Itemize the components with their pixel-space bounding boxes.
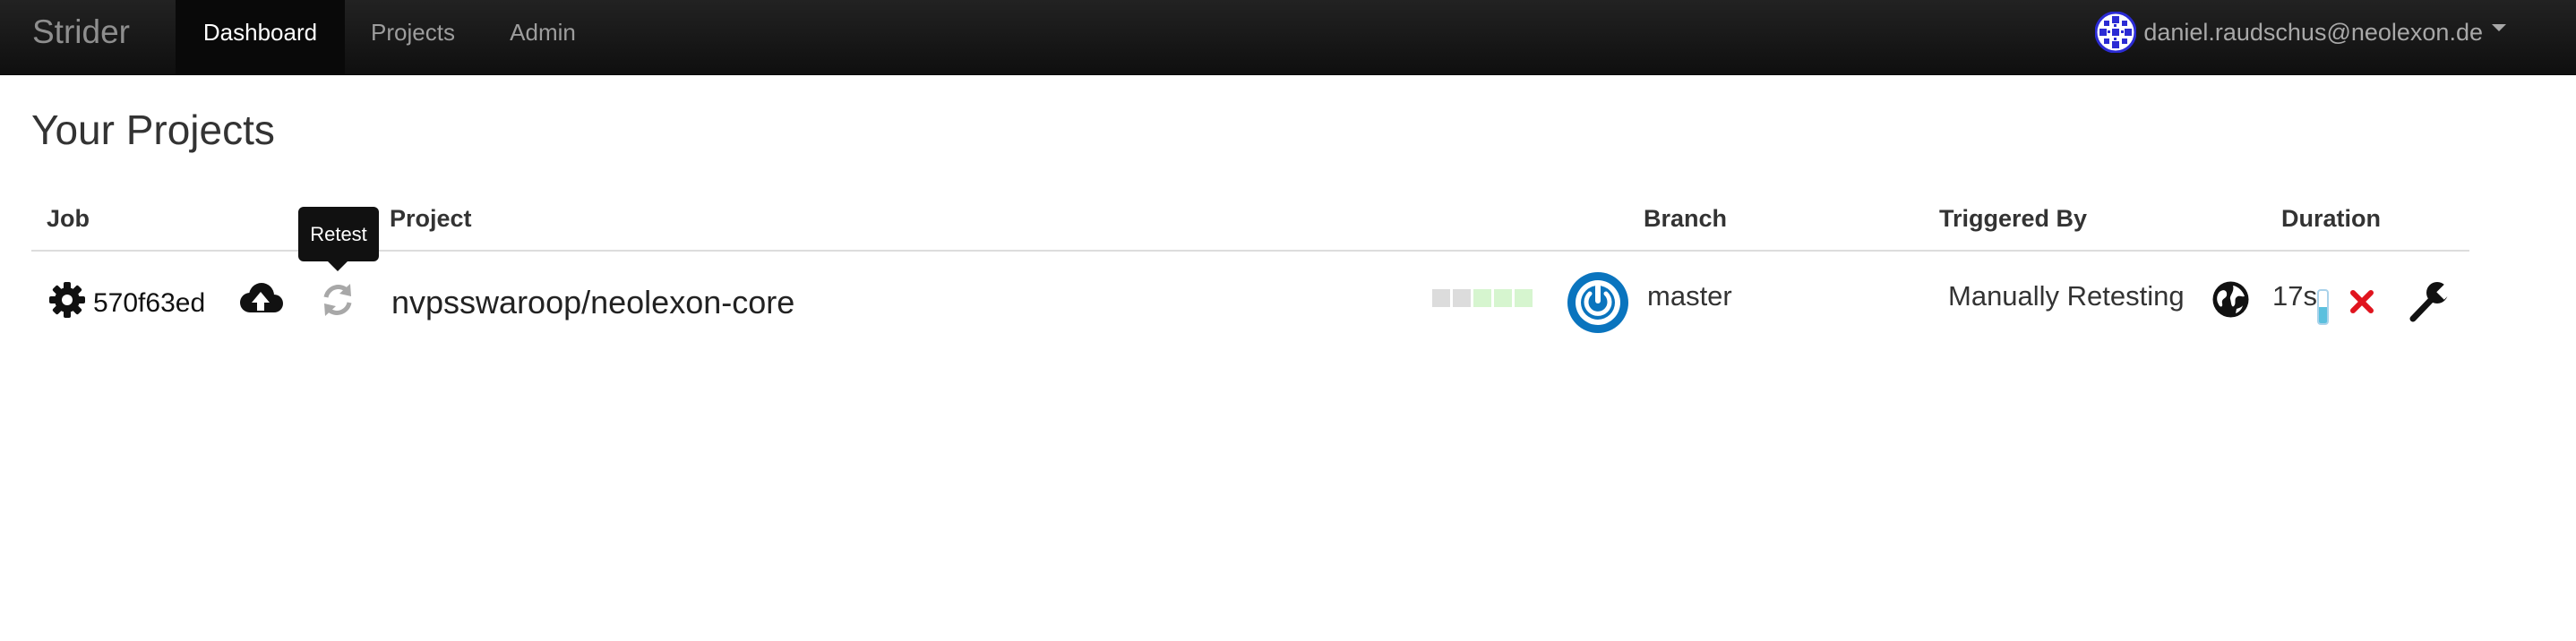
build-history-square[interactable] [1432, 289, 1450, 307]
build-history-square[interactable] [1453, 289, 1471, 307]
brand-logo[interactable]: Strider [32, 0, 130, 64]
triggered-by: Manually Retesting [1948, 280, 2185, 312]
avatar [2095, 12, 2137, 53]
tooltip-arrow [328, 261, 348, 271]
header-divider [31, 250, 2469, 252]
column-header-triggered-by: Triggered By [1939, 205, 2088, 232]
top-navbar: Strider Dashboard Projects Admin daniel.… [0, 0, 2576, 75]
build-history-square[interactable] [1494, 289, 1512, 307]
page-title: Your Projects [31, 107, 275, 153]
job-id[interactable]: 570f63ed [93, 288, 205, 319]
build-history [1432, 289, 1533, 307]
cloud-upload-icon[interactable] [236, 281, 285, 317]
build-history-square[interactable] [1515, 289, 1533, 307]
user-menu[interactable]: daniel.raudschus@neolexon.de [2095, 0, 2506, 64]
nav-admin[interactable]: Admin [481, 0, 605, 74]
gear-icon[interactable] [47, 280, 87, 320]
project-link[interactable]: nvpsswaroop/neolexon-core [391, 284, 794, 321]
build-history-square[interactable] [1473, 289, 1491, 307]
column-header-branch: Branch [1644, 205, 1728, 232]
refresh-icon[interactable] [319, 281, 356, 319]
retest-tooltip: Retest [298, 207, 379, 261]
column-header-project: Project [390, 205, 472, 232]
globe-icon[interactable] [2211, 280, 2250, 319]
column-header-duration: Duration [2281, 205, 2381, 232]
progress-fill [2319, 307, 2327, 323]
column-header-job: Job [47, 205, 90, 232]
remove-icon[interactable] [2349, 289, 2374, 314]
power-icon[interactable] [1566, 270, 1630, 335]
duration-progress-bar [2317, 289, 2329, 325]
nav-projects[interactable]: Projects [345, 0, 481, 74]
duration-value: 17s [2272, 280, 2317, 312]
user-email: daniel.raudschus@neolexon.de [2143, 18, 2483, 46]
wrench-icon[interactable] [2406, 278, 2452, 325]
nav-dashboard[interactable]: Dashboard [176, 0, 345, 74]
caret-down-icon [2492, 24, 2506, 31]
branch-name: master [1647, 280, 1732, 312]
